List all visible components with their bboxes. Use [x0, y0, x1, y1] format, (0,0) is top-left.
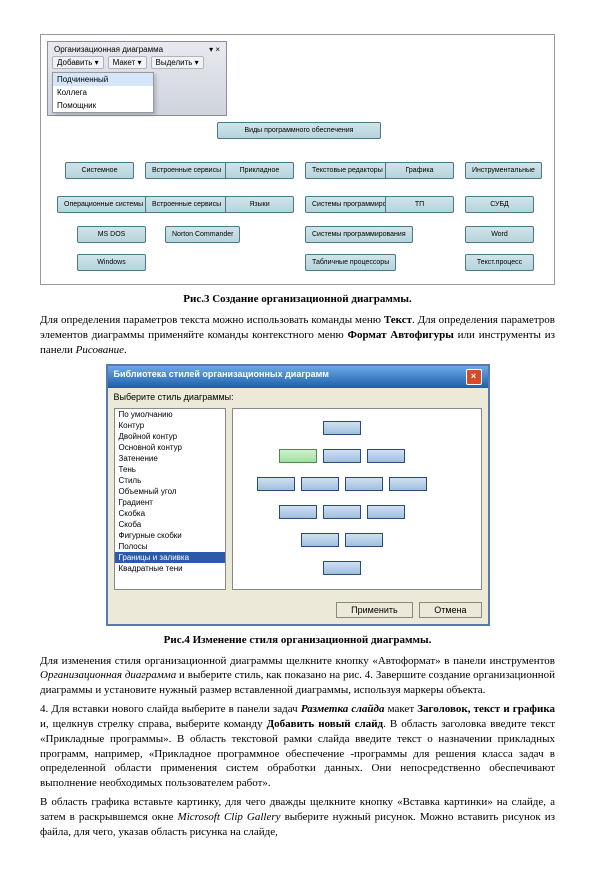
org-node-root[interactable]: Виды программного обеспечения	[217, 122, 381, 139]
paragraph-3: 4. Для вставки нового слайда выберите в …	[40, 702, 555, 791]
org-node[interactable]: Norton Commander	[165, 226, 240, 243]
org-node[interactable]: Инструментальные	[465, 162, 542, 179]
org-node[interactable]: Встроенные сервисы	[145, 196, 228, 213]
style-list-item[interactable]: Полосы	[115, 541, 225, 552]
paragraph-4: В область графика вставьте картинку, для…	[40, 795, 555, 840]
org-node[interactable]: Языки	[225, 196, 294, 213]
paragraph-2: Для изменения стиля организационной диаг…	[40, 654, 555, 699]
style-list-item[interactable]: Границы и заливка	[115, 552, 225, 563]
dropdown-item[interactable]: Помощник	[53, 99, 153, 112]
org-node[interactable]: Встроенные сервисы	[145, 162, 228, 179]
style-list-item[interactable]: Контур	[115, 420, 225, 431]
style-prompt: Выберите стиль диаграммы:	[108, 388, 488, 402]
toolbar-title: Организационная диаграмма	[54, 45, 163, 54]
dropdown-item[interactable]: Подчиненный	[53, 73, 153, 86]
org-node[interactable]: Word	[465, 226, 534, 243]
select-button[interactable]: Выделить ▾	[151, 56, 204, 69]
figure-3-frame: Организационная диаграмма ▾ × Добавить ▾…	[40, 34, 555, 285]
insert-dropdown: Подчиненный Коллега Помощник	[52, 72, 154, 113]
figure-4-caption: Рис.4 Изменение стиля организационной ди…	[40, 634, 555, 646]
org-diagram-toolbar: Организационная диаграмма ▾ × Добавить ▾…	[47, 41, 227, 116]
style-list-item[interactable]: Затенение	[115, 453, 225, 464]
style-list-item[interactable]: Двойной контур	[115, 431, 225, 442]
style-list-item[interactable]: Стиль	[115, 475, 225, 486]
style-list-item[interactable]: Фигурные скобки	[115, 530, 225, 541]
style-library-window: Библиотека стилей организационных диагра…	[106, 364, 490, 626]
style-listbox[interactable]: По умолчаниюКонтурДвойной контурОсновной…	[114, 408, 226, 590]
style-list-item[interactable]: Квадратные тени	[115, 563, 225, 574]
layout-button[interactable]: Макет ▾	[108, 56, 147, 69]
org-node[interactable]: Табличные процессоры	[305, 254, 396, 271]
apply-button[interactable]: Применить	[336, 602, 413, 618]
style-preview	[232, 408, 482, 590]
style-list-item[interactable]: По умолчанию	[115, 409, 225, 420]
style-list-item[interactable]: Скобка	[115, 508, 225, 519]
org-node[interactable]: MS DOS	[77, 226, 146, 243]
org-node[interactable]: Графика	[385, 162, 454, 179]
insert-button[interactable]: Добавить ▾	[52, 56, 104, 69]
org-node[interactable]: Системное	[65, 162, 134, 179]
figure-3-caption: Рис.3 Создание организационной диаграммы…	[40, 293, 555, 305]
paragraph-1: Для определения параметров текста можно …	[40, 313, 555, 358]
org-chart-canvas: Виды программного обеспечения Системное …	[47, 118, 548, 278]
org-node[interactable]: Текст.процесс	[465, 254, 534, 271]
style-list-item[interactable]: Градиент	[115, 497, 225, 508]
cancel-button[interactable]: Отмена	[419, 602, 481, 618]
close-icon[interactable]: ▾ ×	[209, 45, 220, 54]
style-list-item[interactable]: Тень	[115, 464, 225, 475]
dropdown-item[interactable]: Коллега	[53, 86, 153, 99]
org-node[interactable]: Windows	[77, 254, 146, 271]
style-list-item[interactable]: Скоба	[115, 519, 225, 530]
window-title: Библиотека стилей организационных диагра…	[114, 369, 329, 385]
style-list-item[interactable]: Объемный угол	[115, 486, 225, 497]
org-node[interactable]: Текстовые редакторы	[305, 162, 390, 179]
org-node[interactable]: ТП	[385, 196, 454, 213]
org-node[interactable]: СУБД	[465, 196, 534, 213]
close-icon[interactable]: ×	[466, 369, 482, 385]
org-node[interactable]: Системы программирования	[305, 226, 413, 243]
org-node[interactable]: Прикладное	[225, 162, 294, 179]
org-node[interactable]: Операционные системы	[57, 196, 150, 213]
style-list-item[interactable]: Основной контур	[115, 442, 225, 453]
